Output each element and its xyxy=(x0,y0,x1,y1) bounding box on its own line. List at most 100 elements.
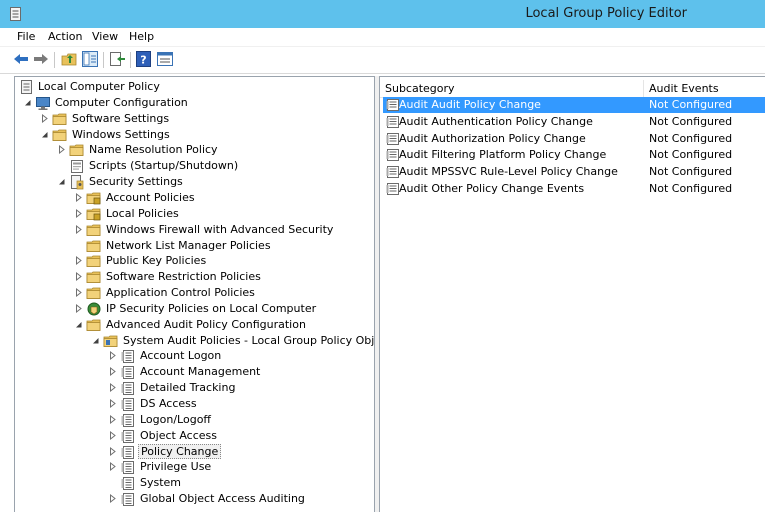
tree-item-ds-access[interactable]: DS Access xyxy=(15,396,374,412)
audit-setting-icon xyxy=(386,115,399,128)
details-pane[interactable]: Subcategory Audit Events Audit Audit Pol… xyxy=(379,76,765,512)
tree-item-local-computer-policy[interactable]: Local Computer Policy xyxy=(15,79,374,95)
tree-item-label: System xyxy=(140,476,182,490)
collapsed-arrow-icon[interactable] xyxy=(108,446,117,456)
collapsed-arrow-icon[interactable] xyxy=(108,430,117,440)
audit-category-icon xyxy=(121,429,134,443)
expanded-arrow-icon[interactable] xyxy=(74,320,83,329)
audit-category-icon xyxy=(121,366,134,380)
ip-security-icon xyxy=(87,302,101,316)
tree-item-windows-settings[interactable]: Windows Settings xyxy=(15,127,374,143)
tree-item-local-policies[interactable]: Local Policies xyxy=(15,206,374,222)
collapsed-arrow-icon[interactable] xyxy=(74,272,83,282)
expanded-arrow-icon[interactable] xyxy=(57,177,66,186)
collapsed-arrow-icon[interactable] xyxy=(40,113,49,123)
audit-events-cell: Not Configured xyxy=(649,98,733,111)
title-bar[interactable]: Local Group Policy Editor xyxy=(0,0,765,28)
tree-item-software-restriction-policies[interactable]: Software Restriction Policies xyxy=(15,269,374,285)
collapsed-arrow-icon[interactable] xyxy=(74,256,83,266)
tree-item-name-resolution-policy[interactable]: Name Resolution Policy xyxy=(15,142,374,158)
collapsed-arrow-icon[interactable] xyxy=(108,462,117,472)
tree-item-system-audit-policies[interactable]: System Audit Policies - Local Group Poli… xyxy=(15,333,375,349)
collapsed-arrow-icon[interactable] xyxy=(57,145,66,155)
column-header-subcategory[interactable]: Subcategory xyxy=(385,82,455,95)
tree-item-label: Policy Change xyxy=(138,443,222,459)
folder-icon xyxy=(52,113,67,125)
tree-item-label: Software Settings xyxy=(72,111,170,125)
help-icon[interactable]: ? xyxy=(135,50,153,68)
menu-view[interactable]: View xyxy=(92,30,118,43)
tree-item-logon-logoff[interactable]: Logon/Logoff xyxy=(15,412,374,428)
forward-icon[interactable] xyxy=(32,50,50,68)
console-tree-pane[interactable]: Local Computer Policy Computer Configurat… xyxy=(14,76,375,512)
collapsed-arrow-icon[interactable] xyxy=(74,224,83,234)
menu-action[interactable]: Action xyxy=(48,30,82,43)
menu-file[interactable]: File xyxy=(17,30,35,43)
tree-item-detailed-tracking[interactable]: Detailed Tracking xyxy=(15,380,374,396)
audit-category-icon xyxy=(121,477,134,491)
tree-item-security-settings[interactable]: Security Settings xyxy=(15,174,374,190)
column-divider[interactable] xyxy=(643,80,644,98)
tree-item-object-access[interactable]: Object Access xyxy=(15,428,374,444)
properties-icon[interactable] xyxy=(156,50,174,68)
table-row[interactable]: Audit Other Policy Change Events Not Conf… xyxy=(383,181,765,197)
tree-item-ip-security-policies[interactable]: IP Security Policies on Local Computer xyxy=(15,301,374,317)
folder-icon xyxy=(86,271,101,284)
subcategory-cell: Audit MPSSVC Rule-Level Policy Change xyxy=(399,165,618,179)
table-row[interactable]: Audit Filtering Platform Policy Change No… xyxy=(383,147,765,163)
collapsed-arrow-icon[interactable] xyxy=(74,192,83,202)
collapsed-arrow-icon[interactable] xyxy=(108,414,117,424)
tree-item-label: Scripts (Startup/Shutdown) xyxy=(89,159,239,173)
tree-item-account-policies[interactable]: Account Policies xyxy=(15,190,374,206)
toolbar: ? xyxy=(0,47,765,74)
tree-item-label: Name Resolution Policy xyxy=(89,143,218,157)
tree-item-label: Detailed Tracking xyxy=(140,381,236,395)
audit-policy-folder-icon xyxy=(103,335,118,347)
table-row[interactable]: Audit MPSSVC Rule-Level Policy Change Not… xyxy=(383,164,765,180)
column-header-audit-events[interactable]: Audit Events xyxy=(649,82,719,95)
tree-item-policy-change[interactable]: Policy Change xyxy=(15,443,374,460)
show-hide-tree-icon[interactable] xyxy=(81,50,99,68)
export-list-icon[interactable] xyxy=(108,50,126,68)
tree-item-windows-firewall[interactable]: Windows Firewall with Advanced Security xyxy=(15,222,374,238)
collapsed-arrow-icon[interactable] xyxy=(74,208,83,218)
tree-item-network-list-manager-policies[interactable]: Network List Manager Policies xyxy=(15,238,374,254)
locked-folder-icon xyxy=(86,208,101,221)
tree-item-public-key-policies[interactable]: Public Key Policies xyxy=(15,253,374,269)
tree-item-computer-configuration[interactable]: Computer Configuration xyxy=(15,95,374,111)
locked-folder-icon xyxy=(86,192,101,205)
tree-item-label: Security Settings xyxy=(89,175,183,189)
collapsed-arrow-icon[interactable] xyxy=(108,494,117,504)
table-row[interactable]: Audit Authorization Policy Change Not Con… xyxy=(383,131,765,147)
tree-item-software-settings[interactable]: Software Settings xyxy=(15,111,374,127)
expanded-arrow-icon[interactable] xyxy=(91,336,100,345)
collapsed-arrow-icon[interactable] xyxy=(74,288,83,298)
expanded-arrow-icon[interactable] xyxy=(40,130,49,139)
tree-item-label: System Audit Policies - Local Group Poli… xyxy=(123,333,375,347)
table-row[interactable]: Audit Audit Policy Change Not Configured xyxy=(383,97,765,113)
menu-bar: File Action View Help xyxy=(0,28,765,47)
tree-item-label: Application Control Policies xyxy=(106,286,255,300)
tree-item-scripts-startup-shutdown[interactable]: Scripts (Startup/Shutdown) xyxy=(15,158,374,174)
collapsed-arrow-icon[interactable] xyxy=(108,399,117,408)
expanded-arrow-icon[interactable] xyxy=(23,98,32,107)
collapsed-arrow-icon[interactable] xyxy=(108,367,117,377)
script-icon xyxy=(71,160,83,174)
tree-item-account-logon[interactable]: Account Logon xyxy=(15,348,374,364)
collapsed-arrow-icon[interactable] xyxy=(74,303,83,313)
collapsed-arrow-icon[interactable] xyxy=(108,351,117,361)
tree-item-account-management[interactable]: Account Management xyxy=(15,364,374,380)
collapsed-arrow-icon[interactable] xyxy=(108,383,117,393)
menu-help[interactable]: Help xyxy=(129,30,154,43)
table-row[interactable]: Audit Authentication Policy Change Not Co… xyxy=(383,114,765,130)
tree-item-privilege-use[interactable]: Privilege Use xyxy=(15,459,374,475)
tree-item-global-object-access-auditing[interactable]: Global Object Access Auditing xyxy=(15,491,374,507)
audit-category-icon xyxy=(121,398,134,411)
tree-item-system[interactable]: System xyxy=(15,475,374,491)
up-folder-icon[interactable] xyxy=(60,50,78,68)
tree-item-advanced-audit-policy-configuration[interactable]: Advanced Audit Policy Configuration xyxy=(15,317,374,333)
back-icon[interactable] xyxy=(12,50,30,68)
audit-events-cell: Not Configured xyxy=(649,148,733,162)
tree-item-application-control-policies[interactable]: Application Control Policies xyxy=(15,285,374,301)
subcategory-cell: Audit Filtering Platform Policy Change xyxy=(399,148,607,162)
